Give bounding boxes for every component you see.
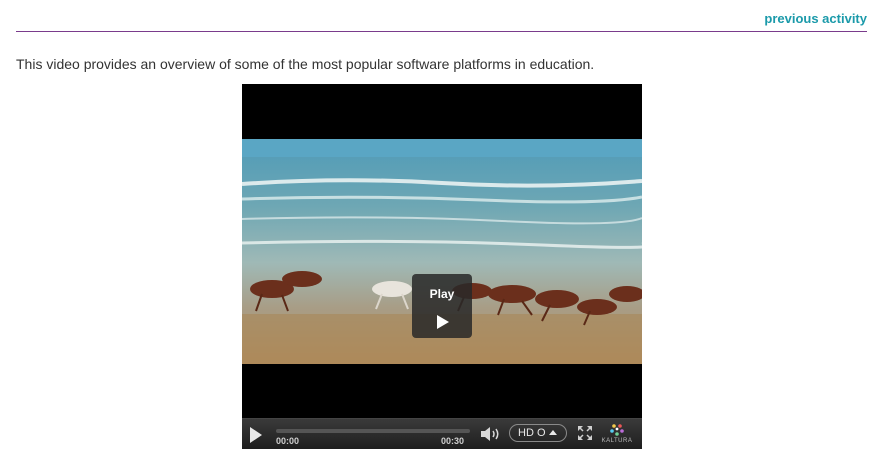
kaltura-logo-icon	[610, 424, 624, 436]
kaltura-logo[interactable]: KALTURA	[599, 422, 635, 446]
volume-icon[interactable]	[480, 426, 502, 442]
player-control-bar: 00:00 00:30 HD O KALTURA	[242, 418, 642, 449]
play-icon	[437, 315, 449, 329]
previous-activity-link[interactable]: previous activity	[764, 11, 867, 26]
duration-time: 00:30	[441, 436, 465, 446]
quality-selector-button[interactable]: HD O	[509, 424, 567, 442]
kaltura-brand-text: KALTURA	[601, 438, 633, 444]
progress-scrubber[interactable]	[276, 429, 470, 433]
video-frame[interactable]: Play	[242, 139, 642, 364]
video-description: This video provides an overview of some …	[16, 56, 595, 72]
play-overlay-button[interactable]: Play	[412, 274, 472, 338]
caret-up-icon	[549, 430, 557, 435]
play-overlay-label: Play	[429, 287, 455, 301]
play-button[interactable]	[250, 427, 262, 443]
video-player[interactable]: Play 00:00 00:30 HD O KALTURA	[242, 84, 642, 449]
activity-nav-bar: previous activity	[16, 0, 867, 32]
quality-label: HD O	[518, 427, 546, 439]
current-time: 00:00	[276, 436, 300, 446]
fullscreen-icon[interactable]	[578, 426, 592, 440]
